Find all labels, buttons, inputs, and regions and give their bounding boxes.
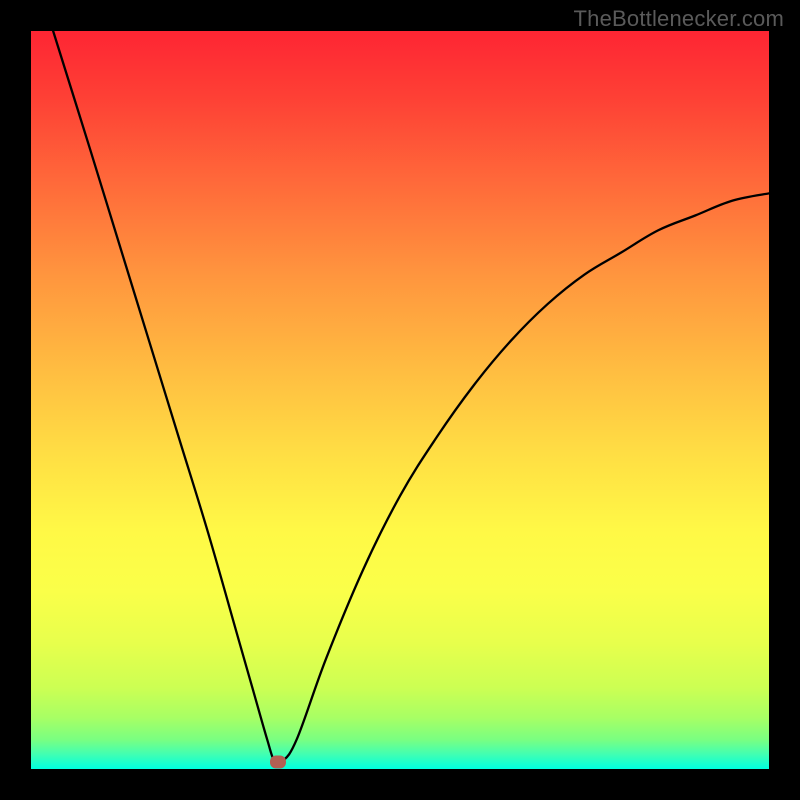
min-marker: [270, 755, 286, 768]
bottleneck-curve: [53, 31, 769, 765]
chart-frame: TheBottlenecker.com: [0, 0, 800, 800]
curve-layer: [31, 31, 769, 769]
plot-area: [31, 31, 769, 769]
attribution-label: TheBottlenecker.com: [574, 6, 784, 32]
